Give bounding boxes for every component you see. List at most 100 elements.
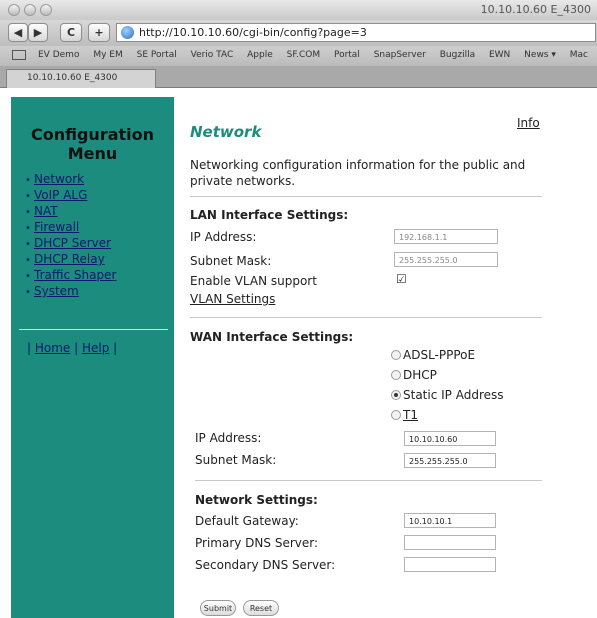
section-divider: [190, 317, 542, 318]
secondary-dns-label: Secondary DNS Server:: [195, 558, 336, 572]
radio-icon: [391, 350, 401, 360]
home-help-links: | Home | Help |: [27, 341, 117, 355]
menu-item-nat: • NAT: [25, 203, 116, 219]
forward-arrow-icon: ▶: [33, 26, 43, 39]
bookmark-item[interactable]: Bugzilla: [440, 50, 475, 60]
bookmark-item[interactable]: SF.COM: [287, 50, 320, 60]
lan-ip-input[interactable]: [394, 229, 498, 244]
primary-dns-input[interactable]: [404, 535, 496, 550]
add-bookmark-button[interactable]: +: [88, 23, 110, 42]
help-link[interactable]: Help: [82, 341, 109, 355]
wan-option-static-ip[interactable]: Static IP Address: [391, 387, 504, 403]
gateway-input[interactable]: [404, 513, 496, 528]
tab-title: 10.10.10.60 E_4300: [27, 73, 118, 83]
wan-option-adsl-pppoe[interactable]: ADSL-PPPoE: [391, 347, 475, 363]
wan-option-t1[interactable]: T1: [391, 407, 418, 423]
section-divider: [195, 480, 542, 481]
bullet-icon: •: [25, 287, 31, 298]
section-divider: [190, 196, 542, 197]
gateway-label: Default Gateway:: [195, 514, 299, 528]
menu-link-network[interactable]: Network: [34, 172, 84, 186]
wan-option-t1-link[interactable]: T1: [403, 408, 418, 422]
submit-button[interactable]: Submit: [200, 600, 236, 616]
vlan-enable-label: Enable VLAN support: [190, 274, 317, 288]
radio-icon: [391, 410, 401, 420]
checkmark-icon: ☑: [396, 272, 407, 286]
window-zoom-button[interactable]: [40, 4, 52, 16]
bookmark-item[interactable]: My EM: [93, 50, 122, 60]
page-title: Network: [190, 123, 262, 141]
menu-item-traffic-shaper: • Traffic Shaper: [25, 267, 116, 283]
network-section-title: Network Settings:: [195, 493, 318, 507]
bookmark-item[interactable]: Mac: [570, 50, 588, 60]
reload-button[interactable]: C: [60, 23, 82, 42]
lan-section-title: LAN Interface Settings:: [190, 208, 349, 222]
wan-option-label: ADSL-PPPoE: [403, 348, 476, 362]
lan-ip-label: IP Address:: [190, 230, 257, 244]
vlan-settings-label: VLAN Settings: [190, 292, 275, 306]
wan-option-label: Static IP Address: [403, 388, 504, 402]
menu-link-dhcp-server[interactable]: DHCP Server: [34, 236, 111, 250]
back-arrow-icon: ◀: [13, 26, 23, 39]
wan-ip-input[interactable]: [404, 431, 496, 446]
radio-selected-icon: [391, 390, 401, 400]
bookmark-item[interactable]: EWN: [489, 50, 510, 60]
bookmark-item[interactable]: SnapServer: [374, 50, 426, 60]
menu-link-nat[interactable]: NAT: [34, 204, 58, 218]
bookmark-item[interactable]: EV Demo: [38, 50, 79, 60]
vlan-checkbox[interactable]: ☑: [396, 272, 407, 286]
configuration-sidebar: Configuration Menu • Network • VoIP ALG • N…: [11, 97, 174, 618]
address-bar[interactable]: http://10.10.10.60/cgi-bin/config?page=3: [116, 23, 596, 42]
bookmarks-bar: EV Demo My EM SE Portal Verio TAC Apple …: [0, 46, 597, 66]
main-content: Info Network Networking configuration in…: [190, 97, 597, 618]
menu-divider: [19, 329, 168, 330]
wan-mask-label: Subnet Mask:: [195, 453, 277, 467]
globe-icon: [121, 26, 134, 39]
browser-tab[interactable]: 10.10.10.60 E_4300: [6, 69, 156, 88]
primary-dns-label: Primary DNS Server:: [195, 536, 319, 550]
vlan-settings-link[interactable]: VLAN Settings: [190, 292, 275, 306]
radio-icon: [391, 370, 401, 380]
menu-link-voip-alg[interactable]: VoIP ALG: [34, 188, 87, 202]
menu-item-system: • System: [25, 283, 116, 299]
menu-list: • Network • VoIP ALG • NAT • Firewall • DHCP …: [25, 171, 116, 299]
link-separator: |: [109, 341, 118, 355]
wan-option-dhcp[interactable]: DHCP: [391, 367, 437, 383]
reload-icon: C: [66, 26, 76, 39]
menu-item-firewall: • Firewall: [25, 219, 116, 235]
menu-link-system[interactable]: System: [34, 284, 79, 298]
lan-mask-input[interactable]: [394, 252, 498, 267]
wan-option-label: DHCP: [403, 368, 437, 382]
bookmarks-book-icon[interactable]: [12, 50, 26, 60]
bookmark-item[interactable]: Apple: [247, 50, 273, 60]
window-minimize-button[interactable]: [24, 4, 36, 16]
window-close-button[interactable]: [8, 4, 20, 16]
menu-item-dhcp-relay: • DHCP Relay: [25, 251, 116, 267]
secondary-dns-input[interactable]: [404, 557, 496, 572]
bookmark-item[interactable]: SE Portal: [137, 50, 177, 60]
reset-button[interactable]: Reset: [243, 600, 279, 616]
lan-mask-label: Subnet Mask:: [190, 254, 272, 268]
page-description: Networking configuration information for…: [190, 158, 526, 188]
menu-title: Configuration Menu: [30, 125, 155, 163]
link-separator: |: [70, 341, 82, 355]
menu-link-traffic-shaper[interactable]: Traffic Shaper: [34, 268, 116, 282]
menu-item-network: • Network: [25, 171, 116, 187]
bookmark-item[interactable]: Portal: [334, 50, 360, 60]
menu-link-dhcp-relay[interactable]: DHCP Relay: [34, 252, 105, 266]
back-button[interactable]: ◀: [8, 23, 28, 42]
menu-link-firewall[interactable]: Firewall: [34, 220, 79, 234]
menu-item-dhcp-server: • DHCP Server: [25, 235, 116, 251]
menu-item-voip-alg: • VoIP ALG: [25, 187, 116, 203]
bookmark-item[interactable]: News ▾: [524, 50, 556, 60]
wan-ip-label: IP Address:: [195, 431, 262, 445]
window-title: 10.10.10.60 E_4300: [480, 3, 591, 16]
info-link[interactable]: Info: [517, 116, 540, 130]
browser-toolbar: ◀ ▶ C + http://10.10.10.60/cgi-bin/confi…: [0, 20, 597, 46]
tab-bar: 10.10.10.60 E_4300: [0, 66, 597, 88]
plus-icon: +: [94, 26, 104, 39]
wan-mask-input[interactable]: [404, 453, 496, 468]
bookmark-item[interactable]: Verio TAC: [191, 50, 234, 60]
forward-button[interactable]: ▶: [28, 23, 48, 42]
home-link[interactable]: Home: [35, 341, 70, 355]
